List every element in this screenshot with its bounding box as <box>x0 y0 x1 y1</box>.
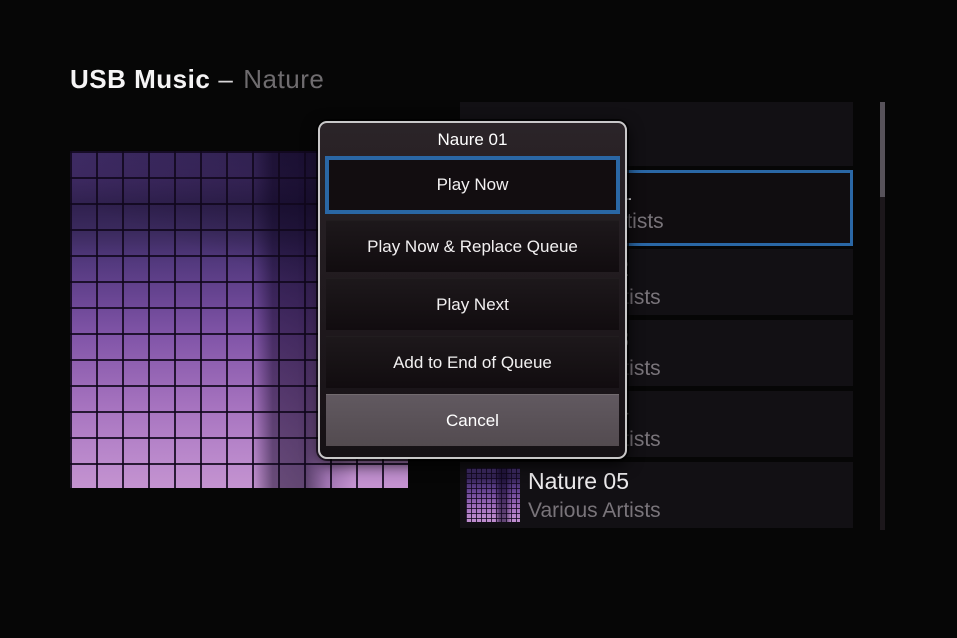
track-artist: Various Artists <box>528 496 847 525</box>
page-title-source: USB Music <box>70 64 210 94</box>
play-now-button[interactable]: Play Now <box>329 160 616 210</box>
list-scrollbar-track[interactable] <box>880 102 885 530</box>
track-options-dialog: Naure 01 Play Now Play Now & Replace Que… <box>318 121 627 459</box>
page-title: USB Music–Nature <box>70 64 324 95</box>
focused-option-ring: Play Now <box>325 156 620 214</box>
page-title-separator: – <box>218 64 233 94</box>
page-title-folder: Nature <box>243 64 324 94</box>
add-to-end-of-queue-button[interactable]: Add to End of Queue <box>326 336 619 388</box>
list-scrollbar-thumb[interactable] <box>880 102 885 197</box>
cancel-button[interactable]: Cancel <box>326 394 619 446</box>
list-row-track-5[interactable]: Nature 05 Various Artists <box>460 462 853 528</box>
play-now-replace-queue-button[interactable]: Play Now & Replace Queue <box>326 220 619 272</box>
dialog-title: Naure 01 <box>326 123 619 156</box>
play-next-button[interactable]: Play Next <box>326 278 619 330</box>
track-title: Nature 05 <box>528 466 847 496</box>
track-thumbnail <box>466 468 520 522</box>
